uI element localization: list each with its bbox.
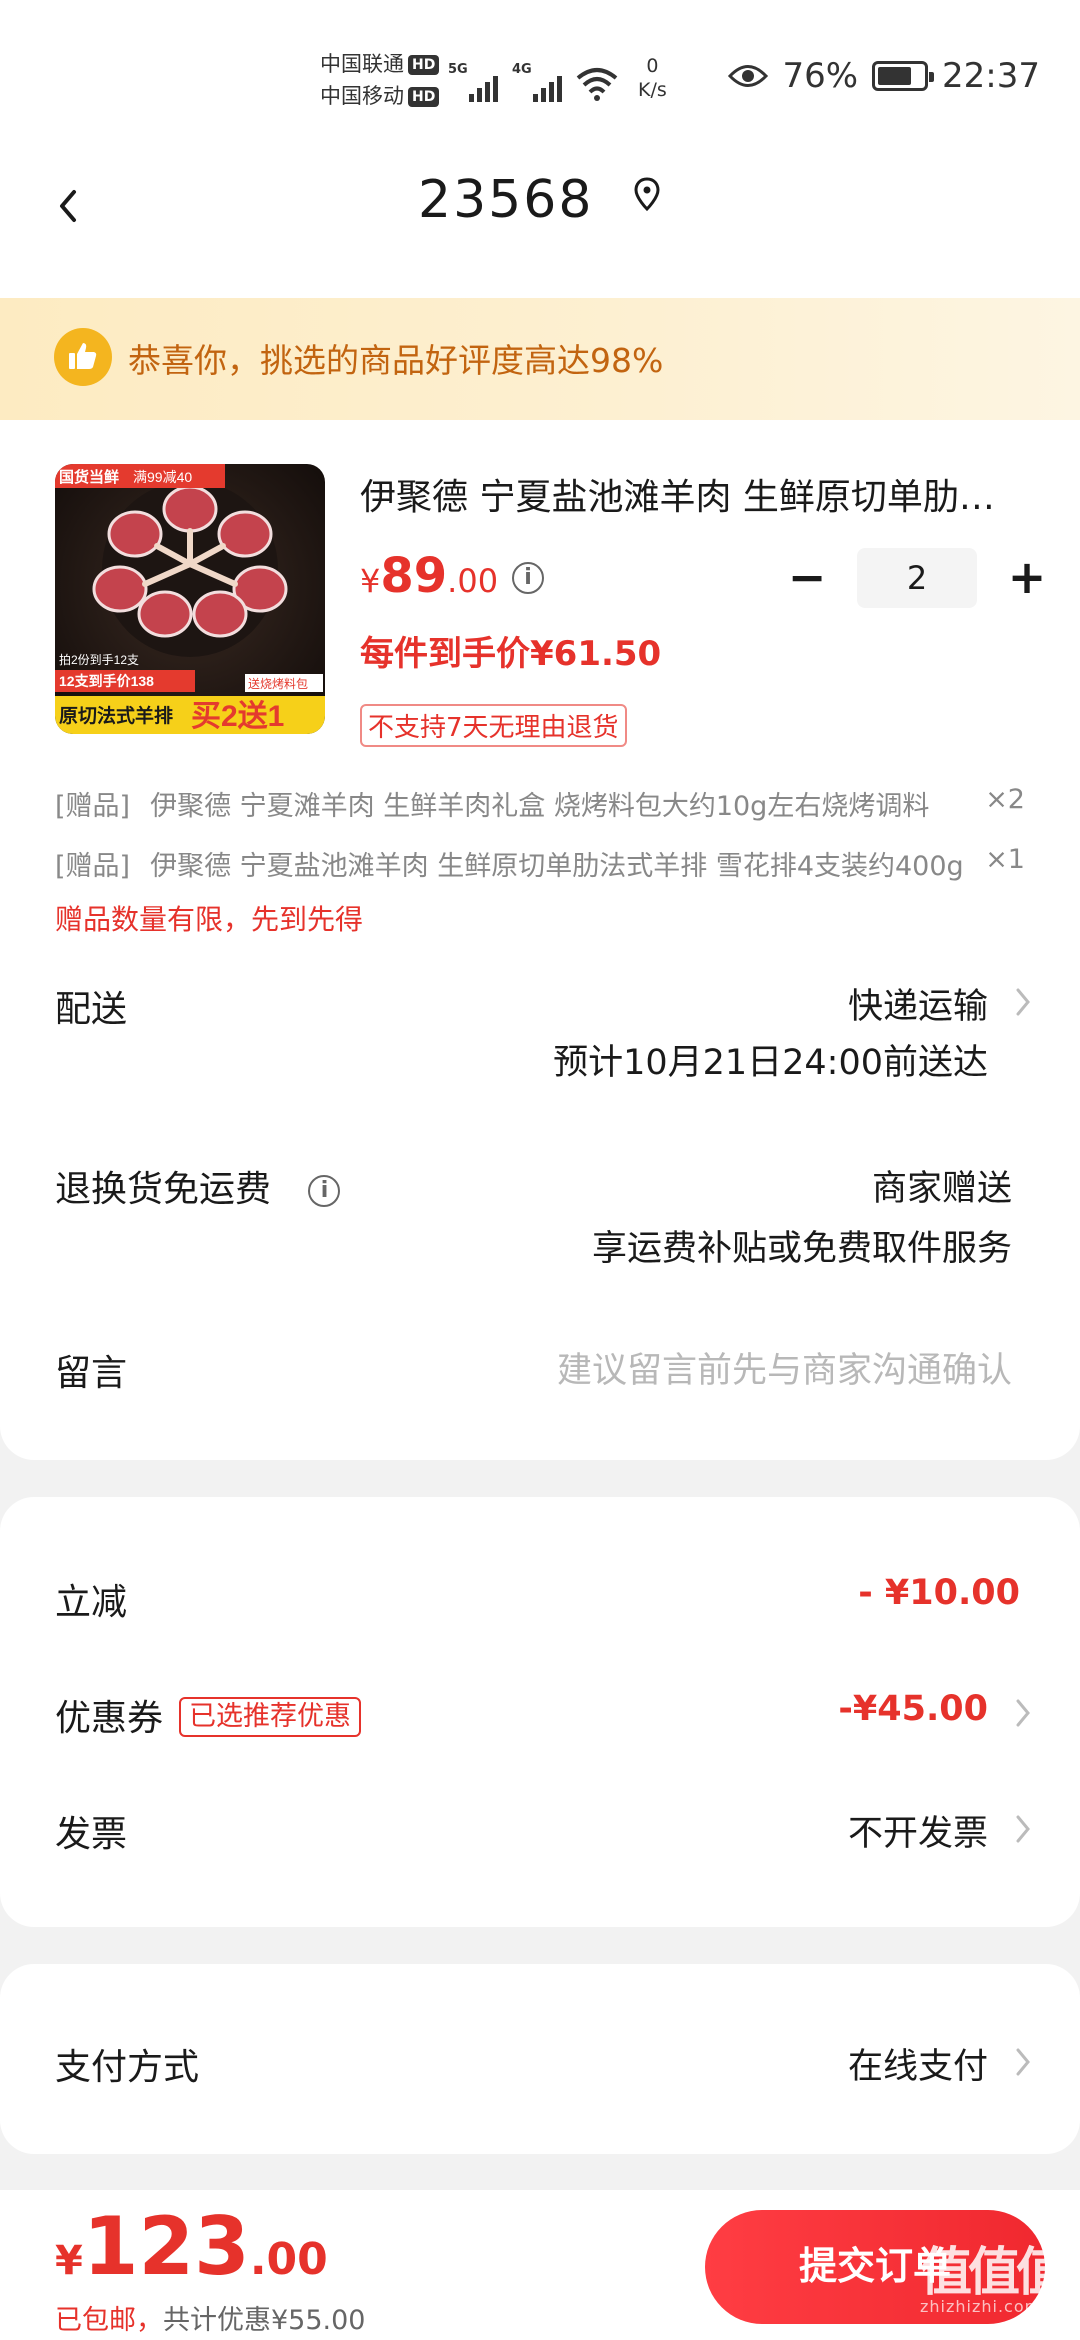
gift-name: 伊聚德 宁夏滩羊肉 生鲜羊肉礼盒 烧烤料包大约10g左右烧烤调料 [150, 791, 930, 822]
chevron-right-icon[interactable] [1014, 1697, 1032, 1729]
watermark-text: 值值值 [920, 2243, 1068, 2303]
price-info-icon[interactable]: i [512, 562, 544, 594]
payment-value[interactable]: 在线支付 [848, 2038, 988, 2089]
no-return-badge: 不支持7天无理由退货 [360, 704, 627, 747]
network-indicators: 5G 4G 0 K/s [448, 54, 667, 102]
hd-badge: HD [408, 87, 440, 107]
clock: 22:37 [942, 56, 1040, 96]
status-right: 76% 22:37 [728, 56, 1040, 96]
product-price: ¥89.00 [360, 548, 498, 604]
location-pin-icon [634, 177, 660, 212]
chevron-right-icon[interactable] [1014, 1813, 1032, 1845]
return-info-icon[interactable]: i [308, 1175, 341, 1207]
total-summary: 已包邮，共计优惠¥55.00 [55, 2298, 365, 2337]
message-label: 留言 [55, 1353, 128, 1394]
coupon-label-text: 优惠券 [55, 1698, 164, 1739]
page-title[interactable]: 23568 [0, 170, 1080, 230]
hd-badge: HD [408, 55, 440, 75]
watermark: 值值值 zhizhizhi.com [920, 2230, 1068, 2316]
total-integer: 123 [82, 2200, 250, 2293]
total-currency: ¥ [55, 2238, 83, 2284]
total-price: ¥123.00 [55, 2200, 328, 2293]
rating-notice: 恭喜你，挑选的商品好评度高达98% [0, 298, 1080, 420]
thumbs-up-icon [54, 328, 112, 386]
image-line-5: 买2送1 [191, 700, 284, 733]
gift-tag: [赠品] [55, 791, 131, 822]
rating-notice-text: 恭喜你，挑选的商品好评度高达98% [128, 341, 664, 380]
unit-final-price: 每件到手价¥61.50 [360, 634, 662, 674]
speed-value: 0 [646, 55, 659, 77]
price-decimal: .00 [447, 562, 499, 600]
battery-percent: 76% [782, 56, 859, 96]
network-type-1: 5G [448, 62, 468, 77]
nav-bar: 23568 [0, 150, 1080, 298]
badge-promo-text: 满99减40 [133, 469, 192, 485]
delivery-method[interactable]: 快递运输 [848, 978, 988, 1029]
gift-quantity: ×1 [985, 844, 1025, 875]
address-title: 23568 [418, 170, 594, 230]
return-shipping-label: 退换货免运费 i [55, 1160, 341, 1212]
network-type-2: 4G [512, 62, 532, 77]
signal-5g-icon: 5G [448, 62, 498, 102]
price-currency: ¥ [360, 562, 381, 600]
payment-card: 支付方式 在线支付 [0, 1964, 1080, 2154]
coupon-tag: 已选推荐优惠 [179, 1697, 362, 1737]
coupon-label: 优惠券 已选推荐优惠 [55, 1689, 362, 1741]
gift-limit-text: 赠品数量有限，先到先得 [55, 903, 364, 936]
gift-item[interactable]: [赠品] 伊聚德 宁夏盐池滩羊肉 生鲜原切单肋法式羊排 雪花排4支装约400g … [55, 844, 1025, 883]
carrier-1: 中国联通 [320, 52, 404, 76]
battery-icon [872, 61, 935, 91]
signal-4g-icon: 4G [512, 62, 562, 102]
delivery-eta: 预计10月21日24:00前送达 [553, 1043, 988, 1083]
payment-label: 支付方式 [55, 2047, 200, 2088]
return-shipping-label-text: 退换货免运费 [55, 1169, 272, 1210]
network-speed: 0 K/s [638, 54, 667, 102]
gift-quantity: ×2 [985, 784, 1025, 815]
chevron-right-icon[interactable] [1014, 2046, 1032, 2078]
invoice-label: 发票 [55, 1814, 128, 1855]
gift-item[interactable]: [赠品] 伊聚德 宁夏滩羊肉 生鲜羊肉礼盒 烧烤料包大约10g左右烧烤调料 ×2 [55, 784, 1025, 823]
price-details-card: 立减 - ¥10.00 优惠券 已选推荐优惠 -¥45.00 发票 不开发票 [0, 1497, 1080, 1927]
image-line-2: 12支到手价138 [59, 673, 154, 689]
quantity-stepper: − 2 + [785, 548, 1049, 608]
carrier-info: 中国联通 HD 中国移动 HD [320, 48, 440, 112]
return-shipping-desc: 享运费补贴或免费取件服务 [591, 1229, 1012, 1269]
battery-fill [878, 67, 912, 85]
decrease-quantity-button[interactable]: − [785, 548, 829, 608]
order-item-card: 国货当鲜 满99减40 拍2份到手12支 12支到手价138 送烧烤料包 原切法… [0, 420, 1080, 1460]
carrier-2: 中国移动 [320, 84, 404, 108]
gift-name: 伊聚德 宁夏盐池滩羊肉 生鲜原切单肋法式羊排 雪花排4支装约400g [150, 851, 964, 882]
message-input[interactable]: 建议留言前先与商家沟通确认 [557, 1342, 1012, 1393]
delivery-label: 配送 [55, 989, 128, 1030]
speed-unit: K/s [638, 79, 667, 101]
total-saved-text: 共计优惠¥55.00 [163, 2305, 366, 2336]
total-decimal: .00 [249, 2234, 328, 2285]
badge-top-text: 国货当鲜 [59, 468, 119, 486]
image-line-1: 拍2份到手12支 [59, 652, 139, 667]
discount-value: - ¥10.00 [858, 1573, 1020, 1613]
eye-icon [728, 65, 769, 87]
checkout-bar: ¥123.00 已包邮，共计优惠¥55.00 提交订单 [0, 2190, 1080, 2340]
status-bar: 中国联通 HD 中国移动 HD 5G 4G 0 K/s 76% 22:37 [0, 0, 1080, 150]
discount-label: 立减 [55, 1582, 128, 1623]
product-title[interactable]: 伊聚德 宁夏盐池滩羊肉 生鲜原切单肋法式羊排 [360, 468, 1020, 520]
return-shipping-value: 商家赠送 [871, 1169, 1012, 1209]
coupon-value[interactable]: -¥45.00 [838, 1689, 988, 1729]
invoice-value[interactable]: 不开发票 [848, 1805, 988, 1856]
price-integer: 89 [380, 548, 448, 604]
image-line-3: 送烧烤料包 [248, 676, 308, 691]
image-line-4: 原切法式羊排 [59, 704, 173, 727]
increase-quantity-button[interactable]: + [1005, 548, 1049, 608]
gift-tag: [赠品] [55, 851, 131, 882]
quantity-input[interactable]: 2 [857, 548, 977, 608]
shipping-free-text: 已包邮， [55, 2305, 163, 2336]
product-image[interactable]: 国货当鲜 满99减40 拍2份到手12支 12支到手价138 送烧烤料包 原切法… [55, 464, 325, 734]
wifi-icon [576, 68, 618, 101]
chevron-right-icon[interactable] [1014, 986, 1032, 1018]
